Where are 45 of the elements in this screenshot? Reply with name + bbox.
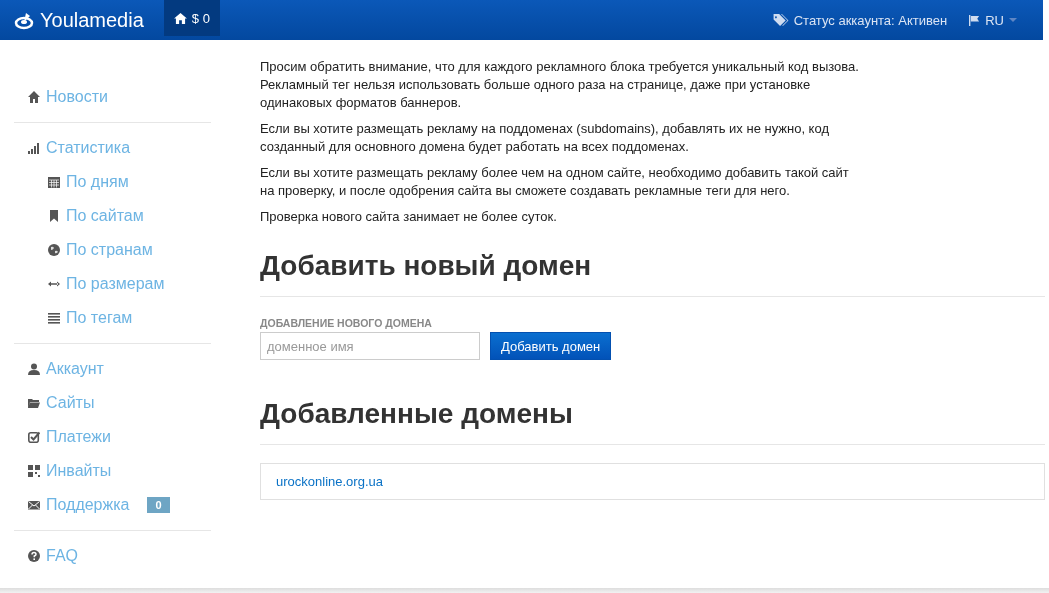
home-icon	[173, 12, 187, 24]
account-status: Статус аккаунта: Активен	[772, 12, 948, 28]
caret-icon	[1009, 17, 1017, 23]
add-domain-button[interactable]: Добавить домен	[490, 332, 612, 360]
field-label: ДОБАВЛЕНИЕ НОВОГО ДОМЕНА	[260, 317, 433, 329]
sidebar-item[interactable]: По сайтам	[14, 199, 211, 233]
info-paragraph: Просим обратить внимание, что для каждого рекламного блока требуется уникальный код вызова. Рекламный тег нельзя использовать больше одного раза на странице, даже при установке одинаковых форматов баннеров.	[260, 58, 860, 112]
qr-icon	[28, 465, 40, 477]
domain-input-field[interactable]: доменное имя	[260, 332, 480, 360]
sidebar-item[interactable]: Новости	[14, 80, 211, 114]
section-heading: Добавить новый домен	[260, 250, 593, 282]
globe-icon	[48, 244, 60, 256]
info-paragraph: Если вы хотите размещать рекламу на поддоменах (subdomains), добавлять их не нужно, код созданный для основного домена будет работать на всех поддоменах.	[260, 120, 830, 156]
sidebar-item[interactable]: Инвайты	[14, 454, 211, 488]
sidebar-item[interactable]: Сайты	[14, 386, 211, 420]
count-badge: 0	[147, 497, 170, 513]
home-icon	[28, 91, 40, 103]
mail-icon	[28, 499, 40, 511]
tags-icon	[772, 13, 789, 27]
flag-icon	[969, 14, 981, 26]
calendar-icon	[48, 176, 60, 188]
language-dropdown[interactable]: RU	[969, 12, 1017, 28]
sidebar-item[interactable]: По размерам	[14, 267, 211, 301]
info-paragraph: Если вы хотите размещать рекламу более чем на одном сайте, необходимо добавить такой сайт на проверку, и после одобрения сайта вы сможете создавать рекламные теги для него.	[260, 164, 850, 200]
sidebar-item[interactable]: По дням	[14, 165, 211, 199]
list-icon	[48, 312, 60, 324]
sidebar-item[interactable]: По странам	[14, 233, 211, 267]
sidebar-item[interactable]: Платежи	[14, 420, 211, 454]
domain-link[interactable]: urockonline.org.ua	[276, 474, 383, 489]
brand-logo[interactable]: Youlamedia	[0, 0, 158, 40]
sidebar-item[interactable]: Статистика	[14, 131, 211, 165]
check-icon	[28, 431, 40, 443]
sidebar-item[interactable]: Поддержка 0	[14, 488, 211, 522]
folder-icon	[28, 397, 40, 409]
sidebar-item[interactable]: Аккаунт	[14, 352, 211, 386]
question-icon	[28, 550, 40, 562]
bars-icon	[28, 142, 40, 154]
section-heading: Добавленные домены	[260, 398, 574, 430]
bookmark-icon	[48, 210, 60, 222]
balance-button[interactable]: $ 0	[163, 0, 220, 36]
swirl-logo-icon	[14, 10, 34, 30]
info-paragraph: Проверка нового сайта занимает не более суток.	[260, 208, 558, 226]
user-icon	[28, 363, 40, 375]
sidebar-item[interactable]: FAQ	[14, 539, 211, 573]
sidebar-item[interactable]: По тегам	[14, 301, 211, 335]
